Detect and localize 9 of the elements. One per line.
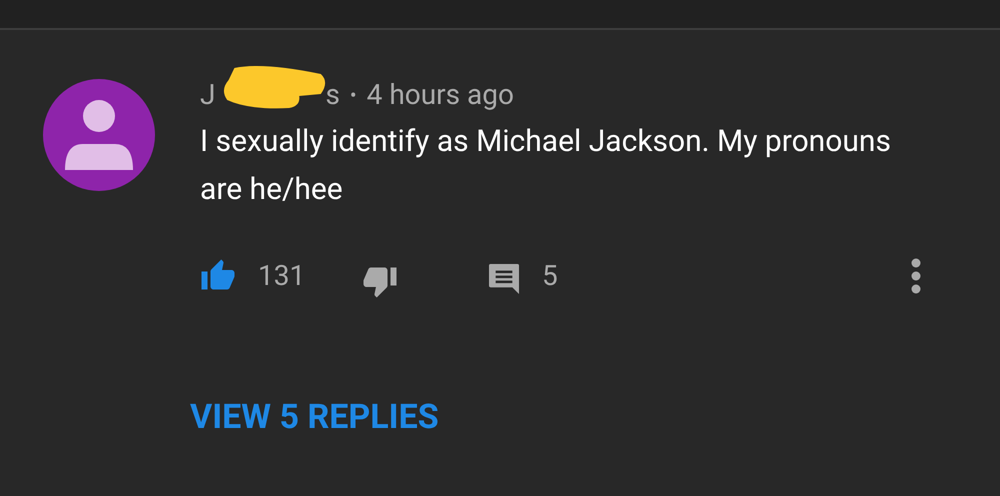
author-name[interactable]: s [325, 74, 340, 116]
more-options-icon[interactable] [910, 258, 922, 294]
author-name[interactable]: J [200, 74, 216, 116]
view-replies-link[interactable]: VIEW 5 REPLIES [190, 392, 439, 443]
separator-dot: • [350, 82, 357, 109]
comment-time: 4 hours ago [366, 77, 514, 113]
reply-count: 5 [542, 258, 558, 294]
comment-text: I sexually identify as Michael Jackson. My pronouns are he/hee [200, 123, 892, 209]
like-count: 131 [258, 258, 306, 294]
